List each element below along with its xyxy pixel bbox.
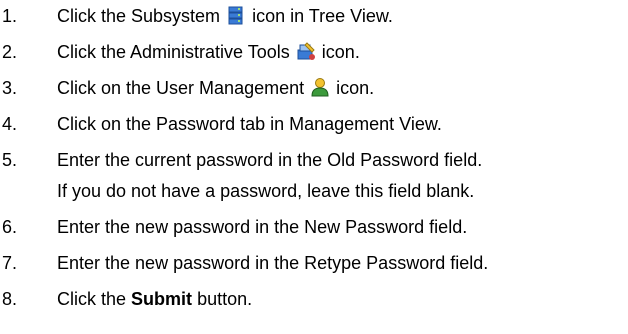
step-text: Click the Submit button.	[57, 288, 252, 310]
step-text-before: Click the Subsystem	[57, 6, 221, 26]
step-number: 1.	[2, 6, 18, 26]
step-text: Enter the new password in the New Passwo…	[57, 217, 468, 237]
step-2: 2. Click the Administrative Tools icon.	[0, 36, 628, 72]
step-number: 3.	[2, 78, 18, 98]
step-text-after: icon.	[321, 42, 360, 62]
step-8: 8. Click the Submit button.	[0, 283, 628, 319]
step-text-before: Click the	[57, 289, 127, 309]
instruction-list: 1. Click the Subsystem icon in Tree View…	[0, 0, 628, 319]
step-text: Click the Administrative Tools icon.	[57, 41, 360, 63]
step-3: 3. Click on the User Management icon.	[0, 72, 628, 108]
step-7: 7. Enter the new password in the Retype …	[0, 247, 628, 283]
step-6: 6. Enter the new password in the New Pas…	[0, 211, 628, 247]
administrative-tools-icon	[296, 41, 316, 61]
step-4: 4. Click on the Password tab in Manageme…	[0, 108, 628, 144]
step-5-continuation: If you do not have a password, leave thi…	[0, 180, 628, 211]
step-text: Enter the current password in the Old Pa…	[57, 150, 483, 170]
submit-button-label: Submit	[131, 289, 193, 309]
step-number: 5.	[2, 150, 18, 170]
step-1: 1. Click the Subsystem icon in Tree View…	[0, 0, 628, 36]
step-text-after: button.	[197, 289, 253, 309]
step-text: Click on the User Management icon.	[57, 77, 374, 99]
step-text-after: icon.	[336, 78, 375, 98]
step-text-before: Click the Administrative Tools	[57, 42, 290, 62]
step-text-before: Click on the User Management	[57, 78, 305, 98]
step-number: 6.	[2, 217, 18, 237]
step-number: 4.	[2, 114, 18, 134]
step-text: Click the Subsystem icon in Tree View.	[57, 5, 393, 27]
step-number: 8.	[2, 289, 18, 309]
step-text-after: icon in Tree View.	[252, 6, 393, 26]
step-text: Click on the Password tab in Management …	[57, 114, 442, 134]
step-text-continuation: If you do not have a password, leave thi…	[57, 181, 475, 201]
subsystem-icon	[226, 5, 246, 25]
step-number: 7.	[2, 253, 18, 273]
user-management-icon	[310, 77, 330, 97]
step-number: 2.	[2, 42, 18, 62]
step-5: 5. Enter the current password in the Old…	[0, 144, 628, 180]
step-text: Enter the new password in the Retype Pas…	[57, 253, 489, 273]
